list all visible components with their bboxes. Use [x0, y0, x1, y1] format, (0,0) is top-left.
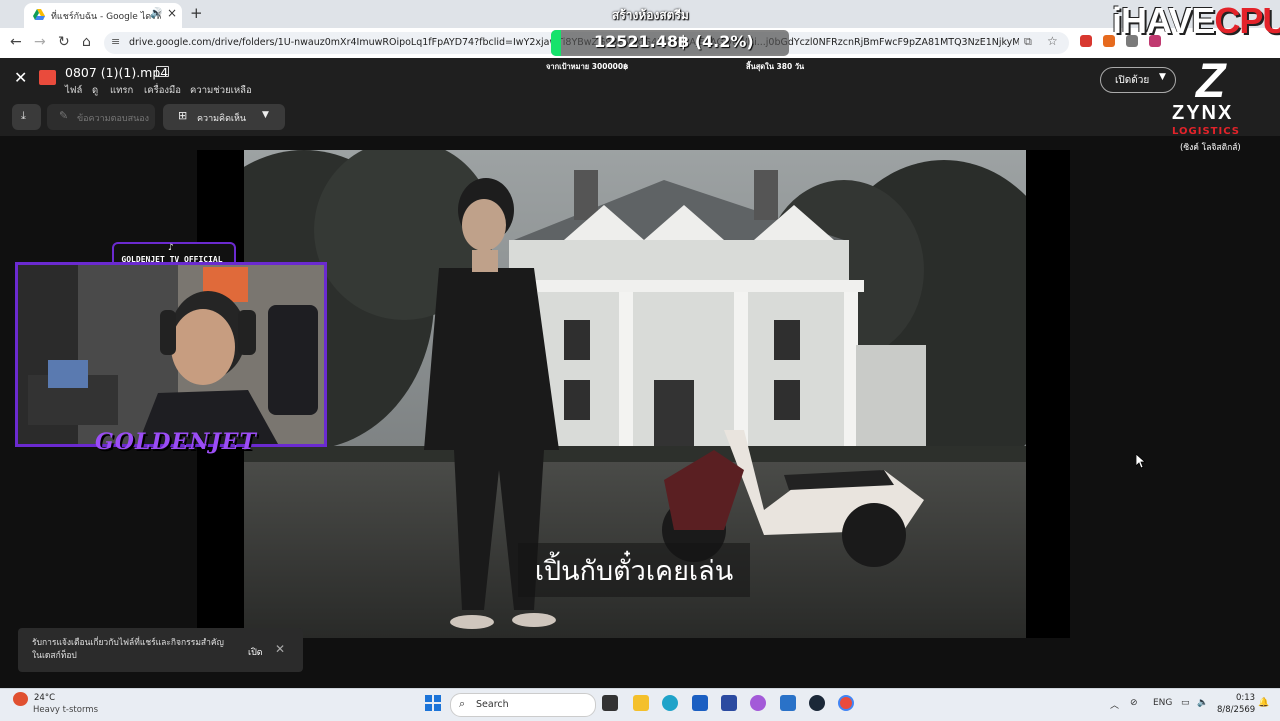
weather-condition[interactable]: Heavy t-storms — [33, 705, 98, 715]
chevron-down-icon[interactable]: ▼ — [262, 110, 269, 120]
tiktok-icon: ♪ — [168, 243, 174, 253]
app-icon[interactable] — [692, 695, 708, 711]
video-file-icon — [39, 70, 56, 85]
zynx-logo-sub: LOGISTICS — [1172, 126, 1240, 137]
clock-time[interactable]: 0:13 — [1236, 693, 1255, 703]
bookmark-star-icon[interactable]: ☆ — [1047, 34, 1058, 48]
close-viewer-icon[interactable]: ✕ — [14, 68, 27, 87]
tab-title: ที่แชร์กับฉัน - Google ไดรฟ์ — [51, 12, 161, 22]
donation-goal-label: จากเป้าหมาย 300000฿ — [546, 62, 629, 71]
download-icon: ⤓ — [21, 109, 26, 122]
store-icon[interactable] — [721, 695, 737, 711]
menu-tools[interactable]: เครื่องมือ — [144, 83, 181, 98]
donation-amount: 12521.48฿ (4.2%) — [594, 32, 754, 51]
menu-help[interactable]: ความช่วยเหลือ — [190, 83, 252, 98]
toast-close-icon[interactable]: ✕ — [275, 642, 285, 656]
search-icon: ⌕ — [459, 697, 466, 710]
steam-icon[interactable] — [809, 695, 825, 711]
toast-open-button[interactable]: เปิด — [248, 645, 263, 659]
search-placeholder: Search — [476, 699, 509, 710]
google-drive-icon — [33, 9, 45, 20]
clock-date[interactable]: 8/8/2569 — [1217, 705, 1255, 715]
language-indicator[interactable]: ENG — [1153, 698, 1172, 708]
comment-button[interactable]: ⊞ ความคิดเห็น ▼ — [163, 104, 285, 130]
extension-icon[interactable] — [1080, 35, 1092, 47]
weather-storm-icon[interactable] — [13, 692, 28, 706]
new-tab-button[interactable]: + — [190, 4, 203, 22]
captions-button[interactable]: ✎ ข้อความตอบสนอง — [47, 104, 155, 130]
comment-label: ความคิดเห็น — [197, 114, 247, 124]
windows-start-icon[interactable] — [425, 695, 441, 711]
menu-insert[interactable]: แทรก — [110, 83, 133, 98]
zynx-logo-mark: Z — [1196, 55, 1226, 108]
webcam-scene — [18, 265, 324, 444]
copilot-icon[interactable] — [750, 695, 766, 711]
zynx-logo-thai: (ซิงค์ โลจิสติกส์) — [1180, 143, 1241, 153]
speaker-icon[interactable]: 🔊 — [150, 8, 162, 19]
taskbar-search[interactable]: ⌕ Search — [450, 693, 596, 717]
file-explorer-icon[interactable] — [633, 695, 649, 711]
sponsor-logo-part2: CPU — [1214, 0, 1280, 41]
move-to-folder-icon[interactable] — [156, 66, 169, 77]
show-hidden-icons[interactable]: ︿ — [1110, 698, 1119, 711]
notification-bell-icon[interactable]: 🔔 — [1258, 698, 1269, 708]
open-with-button[interactable]: เปิดด้วย ▼ — [1100, 67, 1176, 93]
reload-icon[interactable]: ↻ — [58, 34, 70, 50]
home-icon[interactable]: ⌂ — [82, 34, 91, 50]
sponsor-logo-part1: iHAVE — [1112, 0, 1215, 41]
captions-label: ข้อความตอบสนอง — [77, 114, 150, 124]
video-subtitle: เปิ้นกับตั๋วเคยเล่น — [534, 556, 734, 587]
install-app-icon[interactable]: ⧉ — [1024, 35, 1032, 49]
zynx-logo-name: ZYNX — [1172, 102, 1234, 124]
open-with-label: เปิดด้วย — [1115, 75, 1150, 86]
display-icon[interactable]: ▭ — [1181, 698, 1190, 708]
file-name: 0807 (1)(1).mp4 — [65, 65, 169, 80]
webcam-overlay — [15, 262, 327, 447]
outlook-icon[interactable] — [780, 695, 796, 711]
network-icon[interactable]: ⊘ — [1130, 698, 1138, 708]
comment-icon: ⊞ — [178, 109, 188, 122]
task-view-icon[interactable] — [602, 695, 618, 711]
weather-temperature[interactable]: 24°C — [34, 693, 55, 703]
close-tab-icon[interactable]: × — [167, 6, 177, 20]
donation-ends-label: สิ้นสุดใน 380 วัน — [746, 62, 805, 71]
back-icon[interactable]: ← — [10, 34, 22, 50]
chrome-icon[interactable] — [838, 695, 854, 711]
browser-tab[interactable]: ที่แชร์กับฉัน - Google ไดรฟ์ 🔊 × — [24, 3, 182, 28]
site-settings-icon[interactable]: ≡ — [111, 35, 120, 48]
volume-icon[interactable]: 🔈 — [1197, 698, 1208, 708]
webcam-streamer-name: GOLDENJET — [95, 429, 257, 455]
menu-file[interactable]: ไฟล์ — [65, 83, 82, 98]
stream-title: สร้างห้องสตรีม — [612, 8, 689, 22]
forward-icon[interactable]: → — [34, 34, 46, 50]
donation-progress-fill — [551, 30, 561, 56]
toast-message: รับการแจ้งเตือนเกี่ยวกับไฟล์ที่แชร์และกิ… — [32, 638, 224, 661]
sponsor-logo-ihavecpu: iHAVECPU — [1112, 0, 1280, 42]
edge-icon[interactable] — [662, 695, 678, 711]
mouse-cursor-icon — [1136, 454, 1146, 469]
chevron-down-icon: ▼ — [1159, 72, 1166, 82]
download-button[interactable]: ⤓ — [12, 104, 41, 130]
menu-view[interactable]: ดู — [92, 83, 98, 98]
captions-icon: ✎ — [59, 109, 69, 122]
